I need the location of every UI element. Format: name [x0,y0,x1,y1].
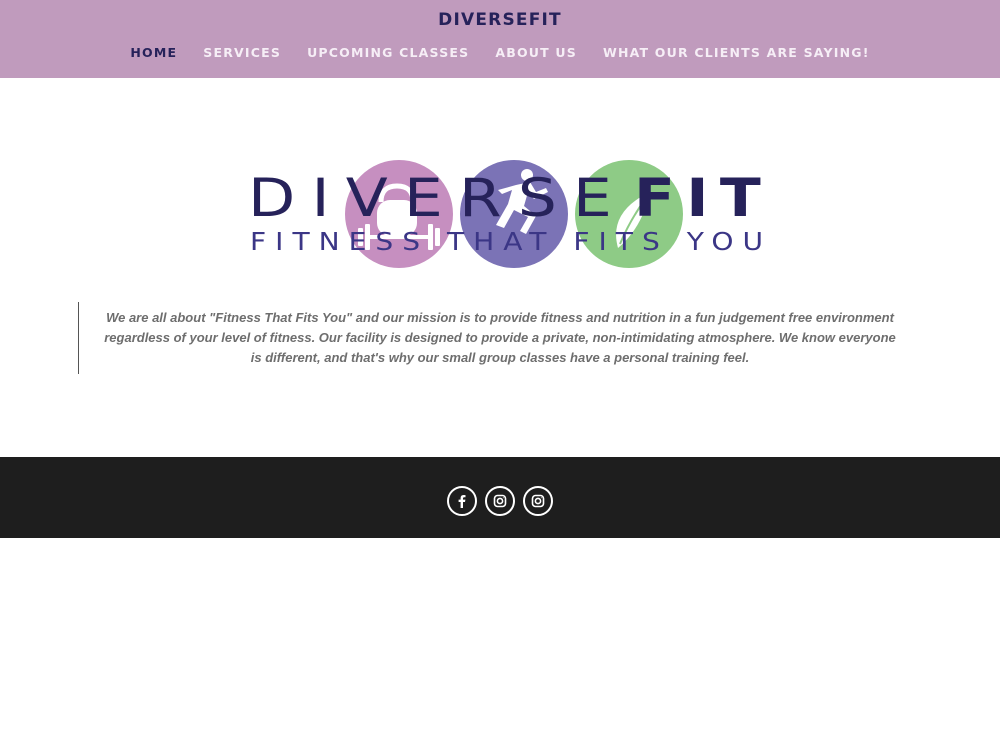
logo-tagline: FITNESS THAT FITS YOU [250,227,772,256]
instagram-icon [531,494,545,508]
diversefit-logo: DIVERSE FIT FITNESS THAT FITS YOU [246,158,776,270]
nav-home[interactable]: HOME [130,45,177,60]
social-links [0,486,1000,516]
nav-upcoming-classes[interactable]: UPCOMING CLASSES [307,45,469,60]
logo-word-bold: FIT [634,168,772,229]
instagram-link[interactable] [485,486,515,516]
quote-border [78,302,79,374]
nav-about-us[interactable]: ABOUT US [495,45,577,60]
site-title[interactable]: DIVERSEFIT [0,10,1000,30]
nav-services[interactable]: SERVICES [203,45,281,60]
site-header: DIVERSEFIT HOME SERVICES UPCOMING CLASSE… [0,0,1000,78]
site-footer [0,457,1000,538]
facebook-link[interactable] [447,486,477,516]
mission-statement: We are all about "Fitness That Fits You"… [104,310,896,365]
instagram-link-2[interactable] [523,486,553,516]
instagram-icon [493,494,507,508]
main-nav: HOME SERVICES UPCOMING CLASSES ABOUT US … [0,45,1000,60]
nav-testimonials[interactable]: WHAT OUR CLIENTS ARE SAYING! [603,45,870,60]
logo-word-light: DIVERSE [248,168,628,229]
facebook-icon [458,495,466,508]
